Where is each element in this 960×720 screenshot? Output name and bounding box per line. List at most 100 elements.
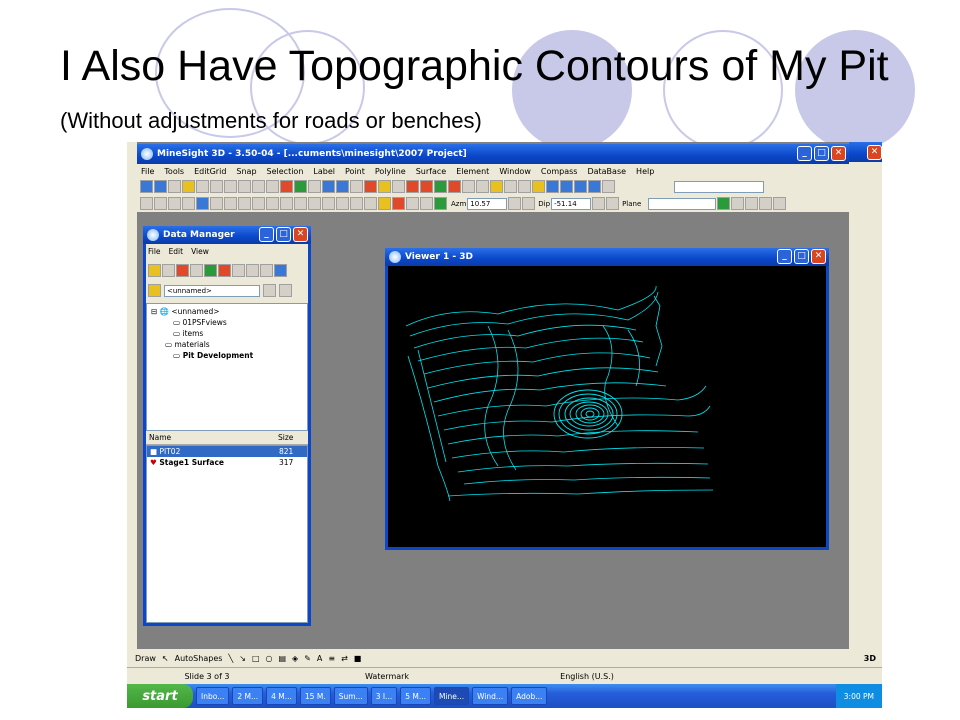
line-style-icon[interactable]: ≡ — [328, 654, 335, 663]
tool-icon[interactable] — [462, 180, 475, 193]
tool-icon[interactable] — [274, 264, 287, 277]
task-button[interactable]: 2 M... — [232, 687, 264, 705]
menu-database[interactable]: DataBase — [587, 167, 626, 176]
menu-point[interactable]: Point — [345, 167, 365, 176]
text-icon[interactable] — [260, 264, 273, 277]
tool-icon[interactable] — [476, 180, 489, 193]
viewer-maximize-icon[interactable]: □ — [794, 249, 809, 264]
tool-icon[interactable] — [420, 197, 433, 210]
menu-editgrid[interactable]: EditGrid — [194, 167, 226, 176]
zoom-icon[interactable] — [140, 197, 153, 210]
tool-icon[interactable] — [574, 180, 587, 193]
menu-help[interactable]: Help — [636, 167, 654, 176]
tool-icon[interactable] — [378, 180, 391, 193]
background-close-icon[interactable]: ✕ — [867, 144, 882, 160]
dm-close-icon[interactable]: ✕ — [293, 227, 308, 242]
tool-icon[interactable] — [322, 180, 335, 193]
data-manager-title-bar[interactable]: Data Manager _ □ ✕ — [143, 226, 311, 244]
arrow-left-icon[interactable] — [508, 197, 522, 210]
redo-icon[interactable] — [238, 180, 251, 193]
tool-icon[interactable] — [364, 180, 377, 193]
list-item[interactable]: ♥ Stage1 Surface 317 — [147, 457, 307, 468]
tool-icon[interactable] — [560, 180, 573, 193]
dm-maximize-icon[interactable]: □ — [276, 227, 291, 242]
tool-icon[interactable] — [196, 197, 209, 210]
menu-label[interactable]: Label — [313, 167, 335, 176]
app-title-bar[interactable]: MineSight 3D - 3.50-04 - [...cuments\min… — [137, 144, 849, 164]
tool-icon[interactable] — [364, 197, 377, 210]
tool-icon[interactable] — [434, 180, 447, 193]
tree-item[interactable]: ▭ items — [151, 328, 307, 339]
dip-input[interactable]: -51.14 — [551, 197, 592, 210]
pointer-icon[interactable]: ↖ — [162, 654, 169, 663]
arrow-down-icon[interactable] — [606, 197, 620, 210]
fill-color-icon[interactable]: ◈ — [292, 654, 298, 663]
col-size-header[interactable]: Size — [278, 433, 293, 444]
arrow-icon[interactable]: ↘ — [239, 654, 246, 663]
menu-selection[interactable]: Selection — [267, 167, 304, 176]
plane-combo[interactable] — [648, 197, 717, 210]
menu-window[interactable]: Window — [499, 167, 531, 176]
task-button[interactable]: 4 M... — [266, 687, 297, 705]
tool-icon[interactable] — [392, 180, 405, 193]
tool-icon[interactable] — [308, 180, 321, 193]
tool-icon[interactable] — [532, 180, 545, 193]
tool-icon[interactable] — [238, 197, 251, 210]
browse-icon[interactable] — [263, 284, 276, 297]
font-color-icon[interactable]: A — [317, 654, 322, 663]
azm-input[interactable]: 10.57 — [467, 197, 508, 210]
open-folder-icon[interactable] — [148, 284, 161, 297]
camera-icon[interactable] — [252, 197, 265, 210]
oval-icon[interactable]: ○ — [266, 654, 273, 663]
line-color-icon[interactable]: ✎ — [304, 654, 311, 663]
tool-icon[interactable] — [246, 264, 259, 277]
arrow-right-icon[interactable] — [522, 197, 536, 210]
tool-icon[interactable] — [731, 197, 745, 210]
viewer-close-icon[interactable]: ✕ — [811, 249, 826, 264]
viewer-title-bar[interactable]: Viewer 1 - 3D _ □ ✕ — [385, 248, 829, 266]
tool-icon[interactable] — [759, 197, 773, 210]
arrow-style-icon[interactable]: ⇄ — [341, 654, 348, 663]
crosshair-icon[interactable] — [280, 197, 293, 210]
tool-icon[interactable] — [176, 264, 189, 277]
tree-item[interactable]: ▭ materials — [151, 339, 307, 350]
tool-icon[interactable] — [168, 180, 181, 193]
task-button[interactable]: Adob... — [511, 687, 548, 705]
menu-element[interactable]: Element — [456, 167, 489, 176]
arrow-up-icon[interactable] — [592, 197, 606, 210]
tool-icon[interactable] — [350, 197, 363, 210]
dm-object-combo[interactable]: <unnamed> — [164, 284, 260, 297]
tool-icon[interactable] — [182, 180, 195, 193]
draw-menu[interactable]: Draw — [135, 654, 156, 663]
help-icon[interactable] — [196, 180, 209, 193]
clock[interactable]: 3:00 PM — [844, 692, 874, 701]
tree-item[interactable]: ▭ 01PSFviews — [151, 317, 307, 328]
tool-icon[interactable] — [190, 264, 203, 277]
task-button[interactable]: 5 M... — [400, 687, 431, 705]
tool-icon[interactable] — [448, 180, 461, 193]
tool-icon[interactable] — [773, 197, 787, 210]
menu-surface[interactable]: Surface — [416, 167, 446, 176]
minimize-icon[interactable]: _ — [797, 146, 812, 161]
tool-icon[interactable] — [745, 197, 759, 210]
tool-icon[interactable] — [232, 264, 245, 277]
tool-icon[interactable] — [588, 180, 601, 193]
tool-icon[interactable] — [154, 180, 167, 193]
col-name-header[interactable]: Name — [146, 433, 278, 444]
dm-menu-file[interactable]: File — [148, 247, 161, 256]
tool-icon[interactable] — [420, 180, 433, 193]
tool-icon[interactable] — [406, 197, 419, 210]
tool-icon[interactable] — [252, 180, 265, 193]
tool-icon[interactable] — [546, 180, 559, 193]
autoshapes-menu[interactable]: AutoShapes — [175, 654, 223, 663]
tree-item[interactable]: ⊟ 🌐 <unnamed> — [151, 306, 307, 317]
tool-icon[interactable] — [434, 197, 447, 210]
tool-icon[interactable] — [294, 180, 307, 193]
grid-icon[interactable] — [518, 180, 531, 193]
tool-icon[interactable] — [218, 264, 231, 277]
line-icon[interactable]: ╲ — [228, 654, 233, 663]
dm-menu-edit[interactable]: Edit — [169, 247, 184, 256]
menu-polyline[interactable]: Polyline — [375, 167, 406, 176]
undo-icon[interactable] — [224, 180, 237, 193]
zoom-out-icon[interactable] — [182, 197, 195, 210]
